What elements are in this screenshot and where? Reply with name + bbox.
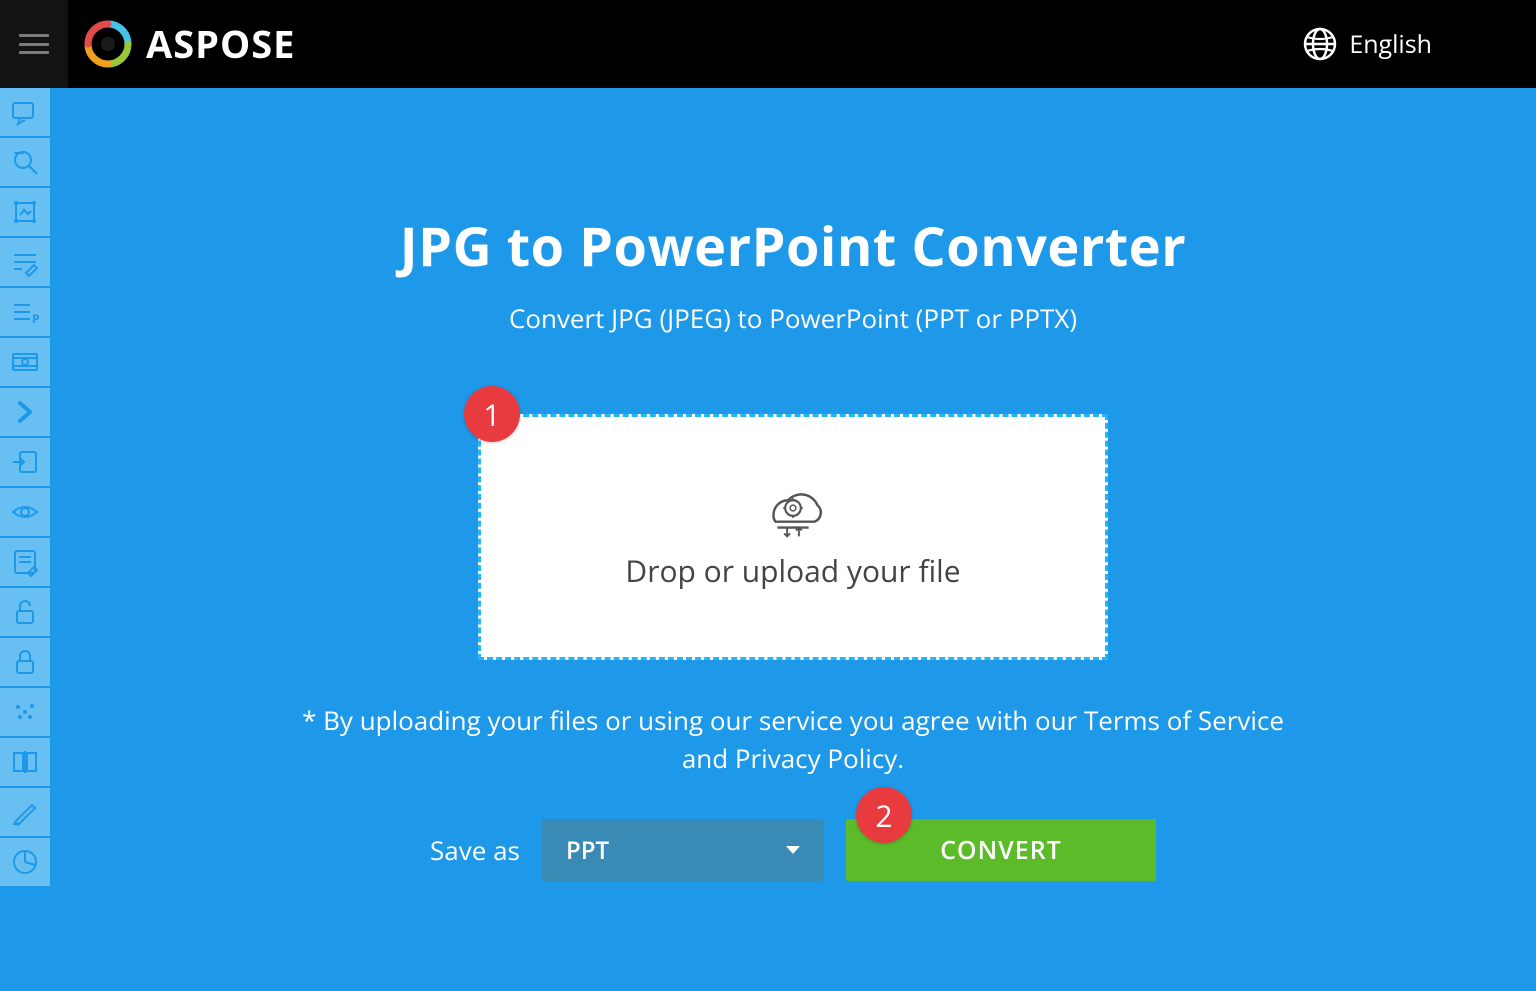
hamburger-icon — [19, 34, 49, 54]
sidebar-item-view[interactable] — [0, 488, 50, 538]
form-icon — [10, 547, 40, 577]
pie-chart-icon — [10, 847, 40, 877]
unlock-icon — [10, 597, 40, 627]
sidebar-item-split[interactable] — [0, 738, 50, 788]
menu-button[interactable] — [0, 0, 68, 88]
sidebar-item-search[interactable] — [0, 138, 50, 188]
sidebar-item-unlock[interactable] — [0, 588, 50, 638]
annotate-icon — [10, 97, 40, 127]
file-drop-zone[interactable]: Drop or upload your file — [478, 414, 1108, 660]
sidebar-item-video[interactable] — [0, 338, 50, 388]
sidebar-item-presentation[interactable]: P — [0, 288, 50, 338]
drop-text: Drop or upload your file — [625, 548, 960, 595]
brand-logo[interactable]: ASPOSE — [84, 18, 295, 70]
sidebar-item-forward[interactable] — [0, 388, 50, 438]
sidebar: P — [0, 88, 50, 991]
controls-row: Save as PPT 2 CONVERT — [430, 819, 1156, 881]
page-title: JPG to PowerPoint Converter — [400, 208, 1186, 282]
presentation-icon: P — [10, 297, 40, 327]
chart-dots-icon — [10, 697, 40, 727]
eye-icon — [10, 497, 40, 527]
page-subtitle: Convert JPG (JPEG) to PowerPoint (PPT or… — [509, 300, 1077, 336]
caret-down-icon — [786, 846, 800, 854]
brand-name: ASPOSE — [146, 18, 295, 70]
svg-text:P: P — [32, 310, 40, 327]
header: ASPOSE English — [0, 0, 1536, 88]
import-icon — [10, 447, 40, 477]
language-selector[interactable]: English — [1303, 27, 1432, 61]
sidebar-item-pie[interactable] — [0, 838, 50, 888]
search-icon — [10, 147, 40, 177]
edit-line-icon — [10, 247, 40, 277]
sidebar-item-form[interactable] — [0, 538, 50, 588]
sidebar-item-pen[interactable] — [0, 788, 50, 838]
sidebar-item-crop[interactable] — [0, 188, 50, 238]
save-as-label: Save as — [430, 832, 520, 868]
step-marker-1: 1 — [464, 386, 520, 442]
format-select[interactable]: PPT — [542, 819, 824, 881]
main-content: JPG to PowerPoint Converter Convert JPG … — [50, 88, 1536, 991]
sidebar-item-annotate[interactable] — [0, 88, 50, 138]
language-label: English — [1349, 27, 1432, 61]
upload-cloud-icon — [754, 480, 832, 540]
step-marker-2: 2 — [856, 787, 912, 843]
chevron-right-icon — [10, 397, 40, 427]
format-selected-value: PPT — [566, 834, 609, 867]
video-icon — [10, 347, 40, 377]
sidebar-item-editline[interactable] — [0, 238, 50, 288]
globe-icon — [1303, 27, 1337, 61]
split-icon — [10, 747, 40, 777]
aspose-swirl-icon — [84, 20, 132, 68]
pen-icon — [10, 797, 40, 827]
sidebar-item-import[interactable] — [0, 438, 50, 488]
sidebar-item-chart[interactable] — [0, 688, 50, 738]
terms-text: * By uploading your files or using our s… — [283, 702, 1303, 777]
lock-icon — [10, 647, 40, 677]
crop-icon — [10, 197, 40, 227]
sidebar-item-lock[interactable] — [0, 638, 50, 688]
